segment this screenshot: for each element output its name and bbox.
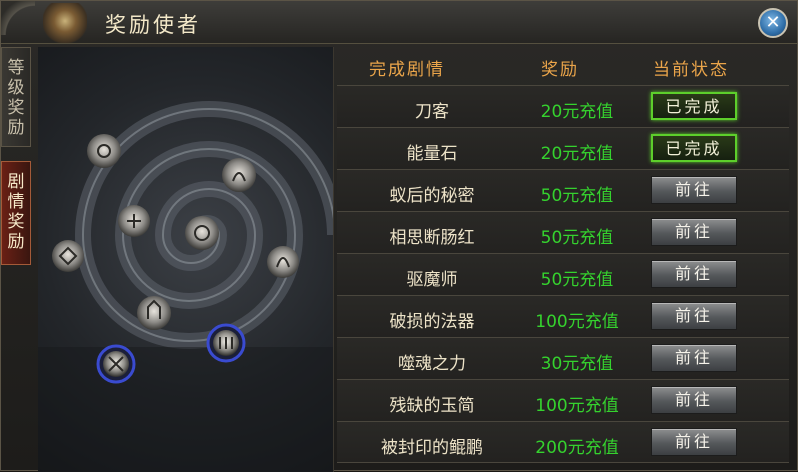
quest-name: 能量石 xyxy=(406,144,458,164)
table-row: 蚁后的秘密 50元充值 前往 xyxy=(337,169,789,211)
quest-name: 刀客 xyxy=(415,102,449,122)
header-quest: 完成剧情 xyxy=(369,60,445,80)
go-button[interactable]: 前往 xyxy=(651,218,737,246)
quest-name: 残缺的玉简 xyxy=(389,396,475,416)
corner-ornament xyxy=(1,1,35,35)
reward-amount: 50元充值 xyxy=(540,228,614,248)
go-button[interactable]: 前往 xyxy=(651,176,737,204)
reward-envoy-window: 奖励使者 ✕ 等 级 奖 励 剧 情 奖 励 完成剧情 奖励 当前状态 刀客 2… xyxy=(0,0,798,472)
reward-amount: 100元充值 xyxy=(535,312,619,332)
tab-level-rewards[interactable]: 等 级 奖 励 xyxy=(1,47,31,147)
go-button[interactable]: 前往 xyxy=(651,386,737,414)
table-row: 刀客 20元充值 已完成 xyxy=(337,85,789,127)
table-row: 破损的法器 100元充值 前往 xyxy=(337,295,789,337)
table-row: 驱魔师 50元充值 前往 xyxy=(337,253,789,295)
header-reward: 奖励 xyxy=(541,60,579,80)
reward-amount: 50元充值 xyxy=(540,270,614,290)
quest-name: 破损的法器 xyxy=(389,312,475,332)
completed-button[interactable]: 已完成 xyxy=(651,134,737,162)
quest-name: 蚁后的秘密 xyxy=(389,186,475,206)
tab-char: 励 xyxy=(7,118,25,138)
quest-name: 噬魂之力 xyxy=(398,354,466,374)
quest-name: 相思断肠红 xyxy=(389,228,475,248)
spiral-stone-artwork xyxy=(38,47,334,472)
tab-story-rewards[interactable]: 剧 情 奖 励 xyxy=(1,161,31,265)
table-row: 残缺的玉简 100元充值 前往 xyxy=(337,379,789,421)
table-header: 完成剧情 奖励 当前状态 xyxy=(337,47,789,85)
rune-icon[interactable] xyxy=(137,296,171,330)
reward-amount: 20元充值 xyxy=(540,144,614,164)
table-row: 能量石 20元充值 已完成 xyxy=(337,127,789,169)
rune-icon-selected[interactable] xyxy=(206,323,246,363)
close-button[interactable]: ✕ xyxy=(758,8,788,38)
completed-button[interactable]: 已完成 xyxy=(651,92,737,120)
quest-name: 驱魔师 xyxy=(406,270,458,290)
go-button[interactable]: 前往 xyxy=(651,302,737,330)
header-status: 当前状态 xyxy=(653,60,729,80)
table-row: 被封印的鲲鹏 200元充值 前往 xyxy=(337,421,789,463)
tab-char: 剧 xyxy=(7,172,25,192)
reward-amount: 20元充值 xyxy=(540,102,614,122)
tab-char: 奖 xyxy=(7,212,25,232)
tab-char: 等 xyxy=(7,58,25,78)
rune-icon-selected[interactable] xyxy=(96,344,136,384)
window-title: 奖励使者 xyxy=(105,13,201,37)
emblem-icon xyxy=(43,3,87,43)
tab-char: 励 xyxy=(7,232,25,252)
rune-icon[interactable] xyxy=(87,134,121,168)
rune-icon[interactable] xyxy=(222,158,256,192)
tab-char: 情 xyxy=(7,192,25,212)
title-bar[interactable]: 奖励使者 ✕ xyxy=(1,1,797,44)
rune-icon[interactable] xyxy=(185,216,219,250)
go-button[interactable]: 前往 xyxy=(651,344,737,372)
go-button[interactable]: 前往 xyxy=(651,428,737,456)
tab-char: 奖 xyxy=(7,98,25,118)
table-row: 相思断肠红 50元充值 前往 xyxy=(337,211,789,253)
reward-amount: 100元充值 xyxy=(535,396,619,416)
rune-icon[interactable] xyxy=(52,240,84,272)
quest-name: 被封印的鲲鹏 xyxy=(381,438,483,458)
reward-amount: 50元充值 xyxy=(540,186,614,206)
go-button[interactable]: 前往 xyxy=(651,260,737,288)
tab-char: 级 xyxy=(7,78,25,98)
rune-icon[interactable] xyxy=(118,205,150,237)
table-row: 噬魂之力 30元充值 前往 xyxy=(337,337,789,379)
reward-amount: 30元充值 xyxy=(540,354,614,374)
rune-icon[interactable] xyxy=(267,246,299,278)
reward-amount: 200元充值 xyxy=(535,438,619,458)
story-reward-table: 完成剧情 奖励 当前状态 刀客 20元充值 已完成 能量石 20元充值 已完成 蚁后的秘密 5… xyxy=(337,47,789,463)
